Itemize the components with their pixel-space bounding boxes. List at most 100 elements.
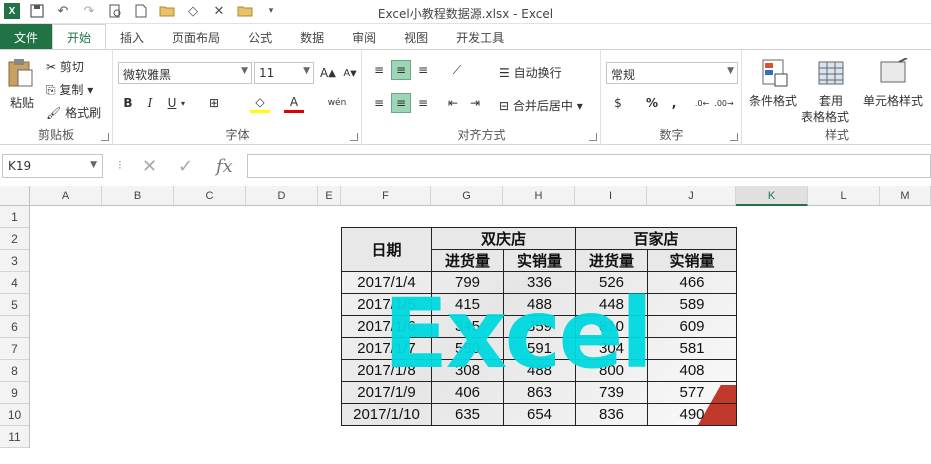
increase-indent-icon[interactable]: ⇥	[465, 93, 485, 113]
date-cell[interactable]: 2017/1/9	[341, 381, 432, 404]
tab-page-layout[interactable]: 页面布局	[158, 24, 234, 50]
value-cell[interactable]: 488	[503, 293, 576, 316]
accounting-format-icon[interactable]: $	[608, 93, 628, 113]
conditional-format-button[interactable]: 条件格式	[747, 56, 803, 126]
value-cell[interactable]: 345	[431, 315, 504, 338]
row-header-6[interactable]: 6	[0, 316, 30, 338]
fill-color-icon[interactable]: ◇	[250, 93, 270, 113]
value-cell[interactable]: 800	[575, 359, 648, 382]
column-header-j[interactable]: J	[647, 186, 736, 206]
align-bottom-icon[interactable]: ≡	[413, 60, 433, 80]
value-cell[interactable]: 739	[575, 381, 648, 404]
date-header[interactable]: 日期	[341, 227, 432, 272]
comma-button[interactable]: ,	[664, 93, 684, 113]
column-header-g[interactable]: G	[431, 186, 503, 206]
font-color-icon[interactable]: A	[284, 93, 304, 113]
column-header-f[interactable]: F	[341, 186, 431, 206]
value-cell[interactable]: 526	[575, 271, 648, 294]
bold-button[interactable]: B	[118, 93, 138, 113]
grow-font-icon[interactable]: A ▲	[318, 63, 338, 83]
cut-button[interactable]: ✂ 剪切	[46, 58, 84, 75]
number-format-combo[interactable]: 常规 ▼	[606, 62, 738, 84]
value-cell[interactable]: 609	[647, 315, 737, 338]
date-cell[interactable]: 2017/1/10	[341, 403, 432, 426]
column-header-h[interactable]: H	[503, 186, 575, 206]
align-left-icon[interactable]: ≡	[369, 93, 389, 113]
value-cell[interactable]: 863	[503, 381, 576, 404]
decrease-indent-icon[interactable]: ⇤	[443, 93, 463, 113]
sub-header[interactable]: 进货量	[431, 249, 504, 272]
tab-home[interactable]: 开始	[52, 24, 107, 50]
date-cell[interactable]: 2017/1/7	[341, 337, 432, 360]
format-as-table-button[interactable]: 套用 表格格式	[801, 56, 861, 126]
tab-file[interactable]: 文件	[0, 24, 53, 50]
value-cell[interactable]: 490	[647, 403, 737, 426]
value-cell[interactable]: 799	[431, 271, 504, 294]
store2-header[interactable]: 百家店	[575, 227, 737, 250]
value-cell[interactable]: 591	[503, 337, 576, 360]
tab-developer[interactable]: 开发工具	[442, 24, 518, 50]
name-box[interactable]: K19 ▼	[2, 154, 103, 178]
copy-button[interactable]: ⎘ 复制 ▾	[46, 81, 93, 98]
row-header-2[interactable]: 2	[0, 228, 30, 250]
value-cell[interactable]: 589	[647, 293, 737, 316]
value-cell[interactable]: 488	[503, 359, 576, 382]
increase-decimal-icon[interactable]: .0←	[692, 93, 712, 113]
sub-header[interactable]: 进货量	[575, 249, 648, 272]
value-cell[interactable]: 406	[431, 381, 504, 404]
column-header-b[interactable]: B	[102, 186, 174, 206]
font-name-combo[interactable]: 微软雅黑 ▼	[118, 62, 252, 84]
row-header-8[interactable]: 8	[0, 360, 30, 382]
date-cell[interactable]: 2017/1/8	[341, 359, 432, 382]
value-cell[interactable]: 577	[647, 381, 737, 404]
number-launcher-icon[interactable]	[730, 133, 738, 141]
tab-insert[interactable]: 插入	[106, 24, 158, 50]
column-header-e[interactable]: E	[318, 186, 341, 206]
align-middle-icon[interactable]: ≡	[391, 60, 411, 80]
tab-view[interactable]: 视图	[390, 24, 442, 50]
cell-styles-button[interactable]: 单元格样式	[863, 56, 929, 126]
value-cell[interactable]: 654	[503, 403, 576, 426]
column-header-k[interactable]: K	[736, 186, 808, 206]
select-all-corner[interactable]	[0, 186, 30, 206]
column-header-i[interactable]: I	[575, 186, 647, 206]
column-header-c[interactable]: C	[174, 186, 246, 206]
date-cell[interactable]: 2017/1/5	[341, 293, 432, 316]
font-size-combo[interactable]: 11 ▼	[254, 62, 314, 84]
value-cell[interactable]: 635	[431, 403, 504, 426]
align-right-icon[interactable]: ≡	[413, 93, 433, 113]
value-cell[interactable]: 336	[503, 271, 576, 294]
column-header-l[interactable]: L	[808, 186, 880, 206]
cancel-icon[interactable]: ✕	[142, 156, 157, 177]
wrap-text-button[interactable]: ☰ 自动换行	[499, 64, 562, 81]
format-painter-button[interactable]: 🖌 格式刷	[46, 104, 101, 121]
row-header-10[interactable]: 10	[0, 404, 30, 426]
clipboard-launcher-icon[interactable]	[101, 133, 109, 141]
date-cell[interactable]: 2017/1/4	[341, 271, 432, 294]
value-cell[interactable]: 550	[431, 337, 504, 360]
percent-button[interactable]: %	[642, 93, 662, 113]
row-header-5[interactable]: 5	[0, 294, 30, 316]
merge-center-button[interactable]: ⊟ 合并后居中 ▾	[499, 97, 583, 114]
column-header-m[interactable]: M	[880, 186, 931, 206]
tab-data[interactable]: 数据	[286, 24, 338, 50]
value-cell[interactable]: 466	[647, 271, 737, 294]
date-cell[interactable]: 2017/1/6	[341, 315, 432, 338]
store1-header[interactable]: 双庆店	[431, 227, 576, 250]
row-header-4[interactable]: 4	[0, 272, 30, 294]
decrease-decimal-icon[interactable]: .00→	[714, 93, 734, 113]
value-cell[interactable]: 810	[575, 315, 648, 338]
align-top-icon[interactable]: ≡	[369, 60, 389, 80]
row-header-11[interactable]: 11	[0, 426, 30, 448]
align-center-icon[interactable]: ≡	[391, 93, 411, 113]
row-header-3[interactable]: 3	[0, 250, 30, 272]
underline-dropdown-icon[interactable]: ▾	[178, 93, 188, 113]
row-header-7[interactable]: 7	[0, 338, 30, 360]
insert-function-icon[interactable]: fx	[216, 156, 233, 177]
column-header-a[interactable]: A	[30, 186, 102, 206]
sub-header[interactable]: 实销量	[647, 249, 737, 272]
value-cell[interactable]: 581	[647, 337, 737, 360]
column-header-d[interactable]: D	[246, 186, 318, 206]
row-header-9[interactable]: 9	[0, 382, 30, 404]
tab-review[interactable]: 审阅	[338, 24, 390, 50]
